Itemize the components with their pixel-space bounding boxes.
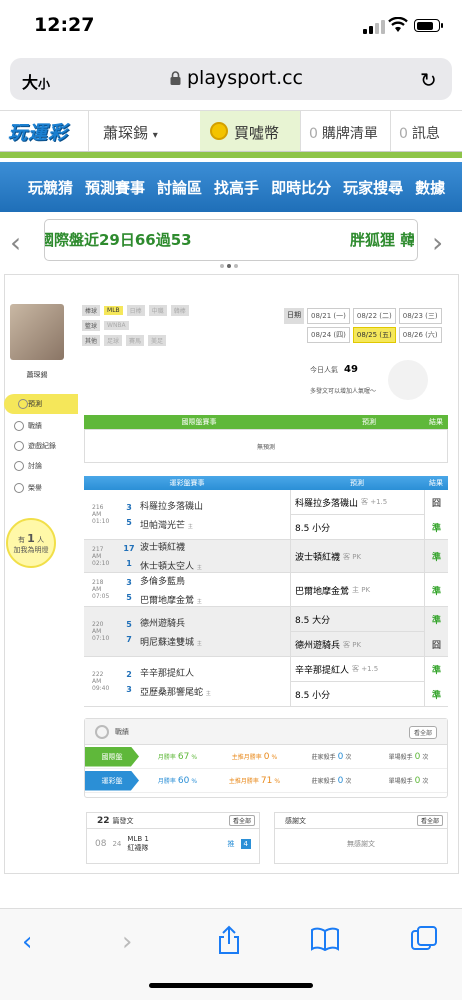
predict-icon — [18, 399, 28, 409]
nav-item-game[interactable]: 玩競猜 — [28, 177, 73, 198]
site-header: 玩運彩 蕭琛錫 ▾ 買噓幣 0 購牌清單 0 訊息 — [0, 110, 462, 152]
chevron-left-icon[interactable]: ‹ — [10, 226, 21, 259]
posts-box: 22 篇發文 看全部 08 24 MLB 1 紅襪隊 推4 — [86, 812, 260, 864]
url-field[interactable]: playsport.cc — [170, 67, 303, 89]
messages-link[interactable]: 0 訊息 — [390, 111, 462, 151]
table-row: 220 AM 07:10 57 德州遊騎兵 明尼蘇達雙城 主 8.5 大分 德州遊騎兵… — [84, 607, 448, 657]
battery-icon — [414, 19, 443, 32]
user-menu[interactable]: 蕭琛錫 ▾ — [88, 111, 198, 151]
back-icon[interactable]: ‹ — [22, 927, 32, 957]
popularity: 今日人氣 49 — [310, 364, 358, 375]
reload-icon[interactable]: ↻ — [420, 68, 437, 92]
intl-table: 國際盤賽事 預測 結果 無預測 — [84, 415, 448, 463]
popularity-note: 多發文可以增加人氣喔～ — [310, 388, 377, 395]
sidebar-item-discuss[interactable]: 討論 — [0, 456, 74, 476]
lottery-table: 運彩盤賽事 預測 結果 216 AM 01:10 35 科羅拉多落磯山 坦帕灣光芒 主 … — [84, 476, 448, 707]
bookmarks-icon[interactable] — [310, 927, 340, 951]
forward-icon[interactable]: › — [122, 927, 132, 957]
coin-icon — [210, 122, 228, 140]
table-row: 216 AM 01:10 35 科羅拉多落磯山 坦帕灣光芒 主 科羅拉多落磯山客 +… — [84, 490, 448, 540]
nav-item-experts[interactable]: 找高手 — [214, 177, 259, 198]
green-divider — [0, 152, 462, 158]
league-filter: 棒球 MLB 日棒 中職 韓棒 籃球 WNBA 其他 足球 賽馬 美足 — [82, 305, 189, 350]
sidebar-item-game-log[interactable]: 遊戲紀錄 — [0, 436, 74, 456]
table-row: 217 AM 02:10 17 1 波士頓紅襪 休士頓太空人 主 波士頓紅襪客 PK … — [84, 540, 448, 573]
sidebar-item-honor[interactable]: 榮譽 — [0, 478, 74, 498]
nav-item-player-search[interactable]: 玩家搜尋 — [343, 177, 403, 198]
chevron-right-icon[interactable]: › — [432, 226, 443, 259]
stats-row-lottery: 運彩盤 月勝率 60% 主推月勝率 71% 莊家殺手 0 次 單場殺手 0 次 — [85, 769, 447, 793]
discuss-icon — [14, 461, 24, 471]
nav-item-livescore[interactable]: 即時比分 — [271, 177, 331, 198]
beacon-button[interactable]: 有 1 人加我為明燈 — [6, 518, 56, 568]
game-icon — [14, 441, 24, 451]
chevron-down-icon: ▾ — [152, 130, 158, 141]
record-icon — [14, 421, 24, 431]
marquee-text-right: 胖狐狸 韓 — [350, 231, 414, 249]
site-logo[interactable]: 玩運彩 — [8, 118, 68, 145]
signal-icon — [363, 20, 385, 34]
mascot-icon — [388, 360, 428, 400]
tag-mlb[interactable]: MLB — [104, 306, 123, 315]
table-row: 218 AM 07:05 35 多倫多藍鳥 巴爾地摩金鶯 主 巴爾地摩金鶯主 PK … — [84, 573, 448, 607]
text-size-button[interactable]: 大小 — [22, 69, 50, 93]
nav-item-forum[interactable]: 討論區 — [157, 177, 202, 198]
wifi-icon — [388, 17, 408, 32]
stats-row-intl: 國際盤 月勝率 67% 主推月勝率 0% 莊家殺手 0 次 單場殺手 0 次 — [85, 745, 447, 769]
address-bar[interactable]: 大小 playsport.cc ↻ — [10, 58, 452, 100]
thanks-box: 感謝文 看全部 無感謝文 — [274, 812, 448, 864]
target-icon — [95, 725, 109, 739]
post-item[interactable]: 08 24 MLB 1 紅襪隊 推4 — [87, 829, 259, 859]
main-nav: 玩競猜 預測賽事 討論區 找高手 即時比分 玩家搜尋 數據 — [0, 162, 462, 212]
nav-item-predict[interactable]: 預測賽事 — [85, 177, 145, 198]
date-selector: 日期 08/21 (一) 08/22 (二) 08/23 (三) 08/24 (… — [284, 308, 444, 343]
avatar[interactable] — [10, 304, 64, 360]
share-icon[interactable] — [216, 925, 242, 955]
sidebar-item-record[interactable]: 戰績 — [0, 416, 74, 436]
clock: 12:27 — [34, 14, 95, 36]
tabs-icon[interactable] — [410, 925, 438, 953]
status-bar: 12:27 — [0, 0, 462, 50]
profile-name: 蕭琛錫 — [26, 371, 48, 379]
trophy-icon — [14, 483, 24, 493]
table-row: 222 AM 09:40 23 辛辛那提紅人 亞歷桑那響尾蛇 主 辛辛那提紅人客 +… — [84, 657, 448, 707]
thanks-more-button[interactable]: 看全部 — [416, 815, 443, 826]
home-indicator — [149, 983, 313, 988]
stats-panel: 戰績 看全部 國際盤 月勝率 67% 主推月勝率 0% 莊家殺手 0 次 單場殺手 0 次 運… — [84, 718, 448, 798]
marquee-text-left: 國際盤近29日66過53 — [44, 231, 192, 249]
carousel-dots — [220, 264, 238, 268]
stats-more-button[interactable]: 看全部 — [408, 726, 437, 739]
cart-link[interactable]: 0 購牌清單 — [300, 111, 388, 151]
buy-coins-button[interactable]: 買噓幣 — [200, 111, 300, 151]
sidebar-item-predict[interactable]: 預測 — [4, 394, 78, 414]
lock-icon — [170, 71, 181, 85]
nav-item-data[interactable]: 數據 — [415, 177, 445, 198]
marquee-banner[interactable]: 國際盤近29日66過53 胖狐狸 韓 — [44, 219, 418, 261]
posts-more-button[interactable]: 看全部 — [228, 815, 255, 826]
